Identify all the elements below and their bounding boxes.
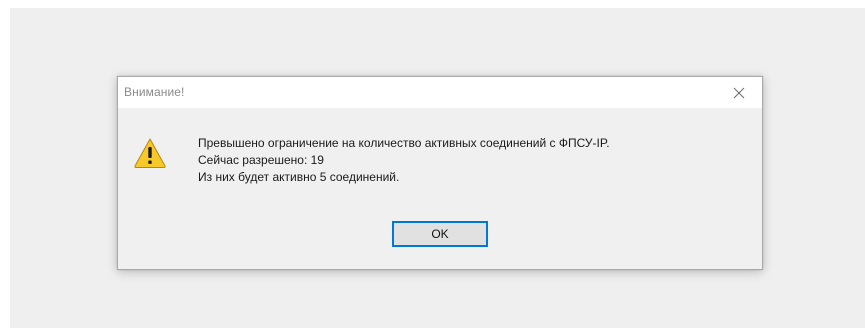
dialog-titlebar[interactable]: Внимание! <box>118 77 762 108</box>
dialog-content: Превышено ограничение на количество акти… <box>118 108 762 271</box>
close-button[interactable] <box>716 77 762 108</box>
message-line: Превышено ограничение на количество акти… <box>198 136 610 150</box>
dialog-title: Внимание! <box>124 85 185 99</box>
dialog-message: Превышено ограничение на количество акти… <box>198 135 610 186</box>
ok-button[interactable]: OK <box>392 221 488 247</box>
message-line: Из них будет активно 5 соединений. <box>198 170 400 184</box>
warning-icon <box>134 138 166 168</box>
close-icon <box>733 87 745 98</box>
message-line: Сейчас разрешено: 19 <box>198 153 324 167</box>
warning-dialog: Внимание! Превышено ограничение на колич… <box>117 76 763 270</box>
